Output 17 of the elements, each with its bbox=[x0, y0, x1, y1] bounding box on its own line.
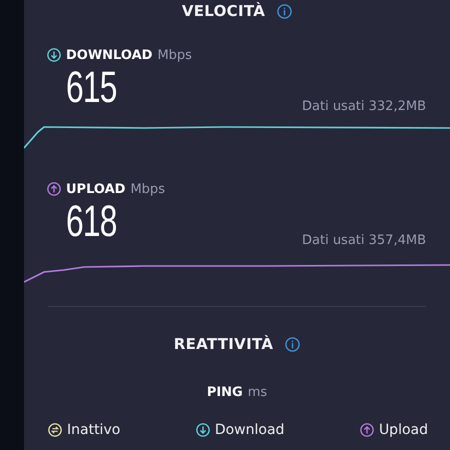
legend-label: Upload bbox=[378, 422, 428, 438]
info-icon[interactable] bbox=[285, 336, 300, 352]
data-used-text: Dati usati 357,4MB bbox=[302, 233, 426, 248]
metric-label: UPLOAD bbox=[66, 182, 126, 196]
legend-label: Inattivo bbox=[67, 422, 120, 438]
ping-label: PING bbox=[206, 385, 243, 400]
section-title: VELOCITÀ bbox=[182, 2, 266, 20]
unit-label: Mbps bbox=[130, 182, 165, 196]
speed-value: 615 bbox=[66, 66, 117, 110]
data-used-text: Dati usati 332,2MB bbox=[302, 99, 426, 114]
unit-label: Mbps bbox=[157, 48, 192, 62]
legend-label: Download bbox=[214, 422, 284, 438]
speed-value: 618 bbox=[66, 200, 117, 244]
metric-label: DOWNLOAD bbox=[66, 48, 152, 62]
section-title: REATTIVITÀ bbox=[174, 335, 274, 353]
info-icon[interactable] bbox=[277, 4, 292, 18]
unit-label: ms bbox=[248, 385, 268, 400]
